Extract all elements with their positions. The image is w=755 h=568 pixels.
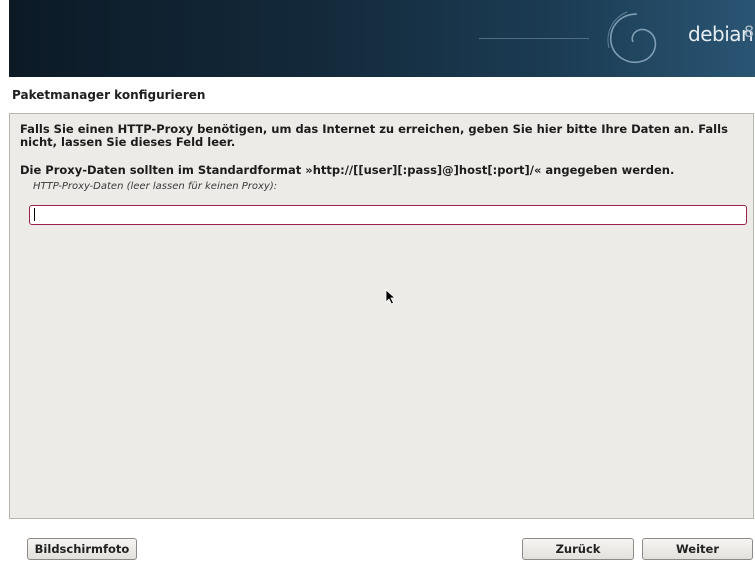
format-text: Die Proxy-Daten sollten im Standardforma… bbox=[20, 163, 675, 177]
mouse-pointer-icon bbox=[385, 289, 397, 305]
proxy-input[interactable] bbox=[29, 205, 747, 225]
back-button[interactable]: Zurück bbox=[522, 538, 634, 560]
page-title: Paketmanager konfigurieren bbox=[12, 88, 206, 102]
debian-version: 8 bbox=[744, 22, 755, 41]
screenshot-button[interactable]: Bildschirmfoto bbox=[27, 538, 137, 560]
banner-line bbox=[479, 38, 589, 39]
proxy-field-label: HTTP-Proxy-Daten (leer lassen für keinen… bbox=[33, 181, 278, 192]
text-caret bbox=[34, 208, 35, 221]
debian-swirl-icon bbox=[607, 11, 657, 64]
intro-text: Falls Sie einen HTTP-Proxy benötigen, um… bbox=[20, 122, 728, 149]
header-banner: debian 8 bbox=[9, 0, 755, 77]
next-button[interactable]: Weiter bbox=[642, 538, 753, 560]
